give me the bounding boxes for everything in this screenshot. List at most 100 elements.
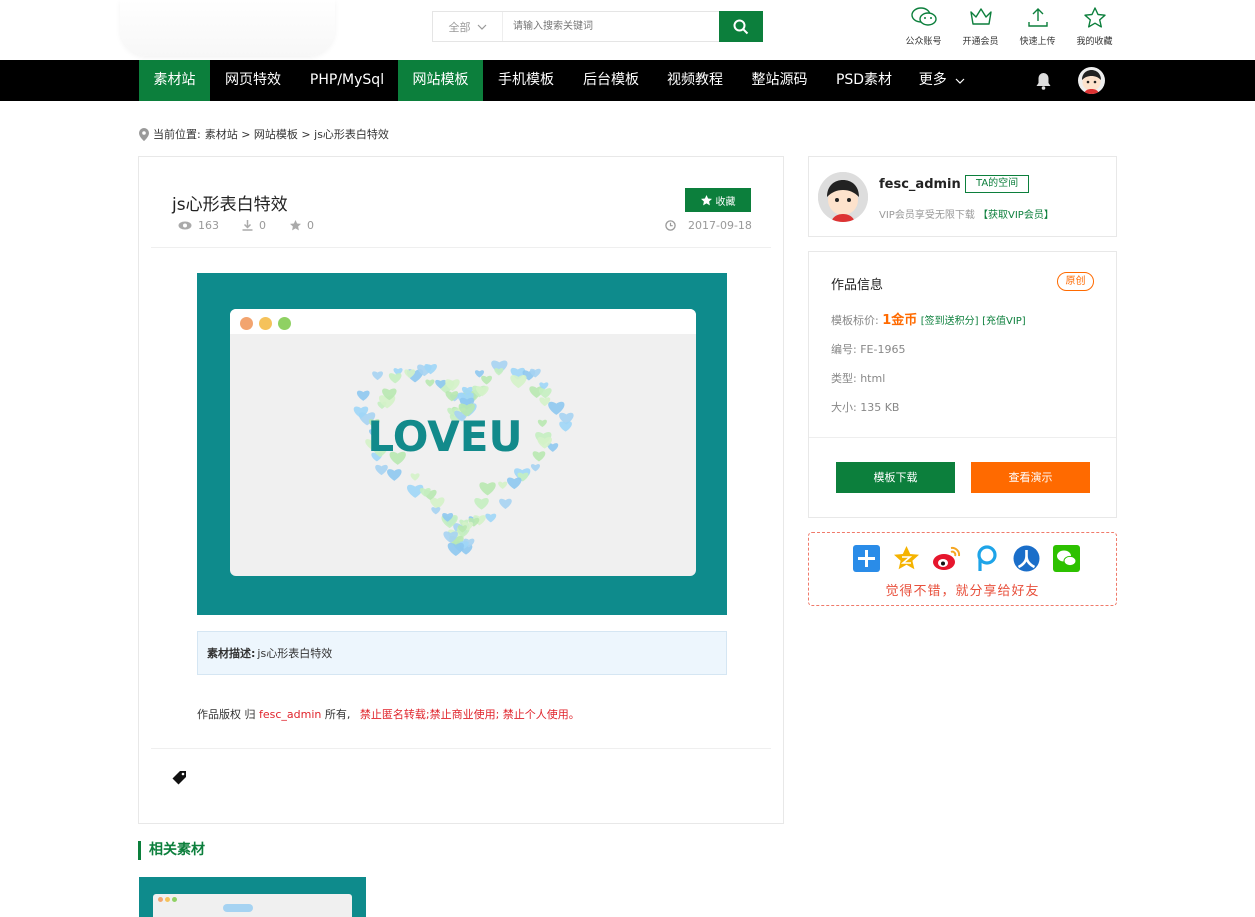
related-item-thumbnail[interactable]	[139, 877, 366, 917]
divider	[151, 247, 771, 248]
nav-item-site-source[interactable]: 整站源码	[737, 60, 822, 101]
avatar-face-icon	[818, 172, 868, 222]
heart-shape	[498, 481, 508, 489]
price-row: 模板标价: 1金币 [签到送积分] [充值VIP]	[831, 313, 1026, 328]
heart-shape	[530, 464, 541, 472]
heart-shape	[510, 375, 527, 389]
bell-icon[interactable]	[1035, 72, 1052, 90]
nav-item-home[interactable]: 素材站	[139, 60, 210, 101]
crown-icon	[969, 8, 992, 25]
view-count: 163	[178, 219, 219, 232]
heart-shape	[538, 388, 552, 399]
heart-shape	[387, 469, 402, 481]
wechat-share-icon[interactable]	[1053, 545, 1080, 572]
page-title: js心形表白特效	[172, 195, 288, 215]
favorite-button[interactable]: 收藏	[685, 188, 751, 212]
author-link[interactable]: fesc_admin	[259, 708, 321, 721]
star-count: 0	[290, 219, 314, 232]
window-dot-green	[172, 897, 177, 902]
work-info-card: 作品信息 原创 模板标价: 1金币 [签到送积分] [充值VIP] 编号: FE…	[808, 251, 1117, 518]
checkin-link[interactable]: [签到送积分]	[921, 316, 979, 327]
download-icon	[242, 220, 253, 231]
heart-shape	[481, 375, 493, 385]
heart-shape	[485, 513, 497, 523]
divider	[809, 437, 1116, 438]
window-dot-red	[240, 317, 253, 330]
code-row: 编号: FE-1965	[831, 343, 906, 356]
heart-shape	[372, 371, 384, 381]
related-section-title: 相关素材	[138, 841, 205, 860]
heart-shape	[410, 473, 420, 481]
nav-item-web-effects[interactable]: 网页特效	[210, 60, 296, 101]
download-button[interactable]: 模板下载	[836, 462, 955, 493]
heart-shape	[375, 464, 388, 476]
copyright-line: 作品版权 归 fesc_admin 所有, 禁止匿名转载;禁止商业使用; 禁止个…	[197, 708, 580, 721]
preview-window: LOVEU	[230, 309, 696, 576]
nav-item-mobile-templates[interactable]: 手机模板	[483, 60, 569, 101]
heart-shape	[499, 498, 512, 509]
share-box: 觉得不错，就分享给好友	[808, 532, 1117, 606]
tool-wechat[interactable]: 公众账号	[895, 6, 952, 47]
search-icon	[733, 19, 749, 34]
clock-icon	[665, 220, 676, 231]
author-name[interactable]: fesc_admin	[879, 177, 961, 192]
chevron-down-icon	[477, 24, 486, 30]
top-bar: 全部 公众账号 开通会员 快速上传 我的收藏	[0, 0, 1255, 60]
eye-icon	[178, 221, 192, 230]
heart-shape	[474, 498, 489, 510]
search-button[interactable]	[719, 11, 763, 42]
heart-shape	[425, 379, 435, 387]
nav-avatar[interactable]	[1078, 67, 1105, 94]
location-pin-icon	[139, 127, 149, 141]
heart-shape	[559, 421, 572, 432]
window-dot-red	[158, 897, 163, 902]
star-icon	[1083, 7, 1106, 28]
thumbnail-window	[153, 894, 352, 917]
heart-shape	[537, 419, 547, 428]
type-row: 类型: html	[831, 372, 886, 385]
nav-item-website-templates[interactable]: 网站模板	[398, 60, 483, 101]
star-icon	[700, 194, 712, 205]
author-avatar[interactable]	[818, 172, 868, 222]
tool-favorites[interactable]: 我的收藏	[1066, 6, 1123, 47]
window-dot-yellow	[259, 317, 272, 330]
nav-item-psd[interactable]: PSD素材	[822, 60, 906, 101]
heart-shape	[356, 390, 370, 401]
thumbnail-hearts	[223, 904, 253, 912]
get-vip-link[interactable]: 【获取VIP会员】	[978, 210, 1054, 221]
breadcrumb-path[interactable]: 素材站 > 网站模板 > js心形表白特效	[205, 126, 389, 142]
info-title: 作品信息	[831, 278, 884, 293]
author-card: fesc_admin TA的空间 VIP会员享受无限下载 【获取VIP会员】	[808, 156, 1117, 237]
renren-icon[interactable]	[1013, 545, 1040, 572]
download-count: 0	[242, 219, 266, 232]
nav-item-more[interactable]: 更多	[906, 60, 978, 101]
search-category-select[interactable]: 全部	[433, 12, 503, 41]
search-bar: 全部	[432, 11, 763, 42]
pengyou-icon[interactable]	[974, 545, 999, 572]
site-logo[interactable]	[120, 0, 335, 56]
love-text: LOVEU	[367, 412, 522, 461]
demo-button[interactable]: 查看演示	[971, 462, 1090, 493]
breadcrumb: 当前位置: 素材站 > 网站模板 > js心形表白特效	[139, 126, 389, 142]
heart-shape	[506, 477, 522, 490]
publish-date: 2017-09-18	[665, 219, 752, 232]
author-space-button[interactable]: TA的空间	[965, 175, 1030, 193]
divider	[151, 748, 771, 749]
window-dot-green	[278, 317, 291, 330]
article-panel: js心形表白特效 收藏 163 0 0 2017-09-18 LOVEU 素材描…	[138, 156, 784, 824]
nav-item-admin-templates[interactable]: 后台模板	[569, 60, 653, 101]
wechat-icon	[910, 7, 937, 26]
preview-window-bar	[230, 309, 696, 334]
nav-item-php-mysql[interactable]: PHP/MySql	[296, 60, 398, 101]
nav-item-video-tutorials[interactable]: 视频教程	[653, 60, 737, 101]
search-input[interactable]	[503, 12, 719, 41]
tag-icon	[172, 771, 186, 785]
weibo-icon[interactable]	[932, 545, 961, 572]
main-nav: 素材站 网页特效 PHP/MySql 网站模板 手机模板 后台模板 视频教程 整…	[0, 60, 1255, 101]
qzone-icon[interactable]	[893, 545, 920, 572]
recharge-vip-link[interactable]: [充值VIP]	[982, 316, 1026, 327]
tool-upload[interactable]: 快速上传	[1009, 6, 1066, 47]
tool-vip[interactable]: 开通会员	[952, 6, 1009, 47]
heart-shape	[479, 482, 496, 496]
share-add-icon[interactable]	[853, 545, 880, 572]
